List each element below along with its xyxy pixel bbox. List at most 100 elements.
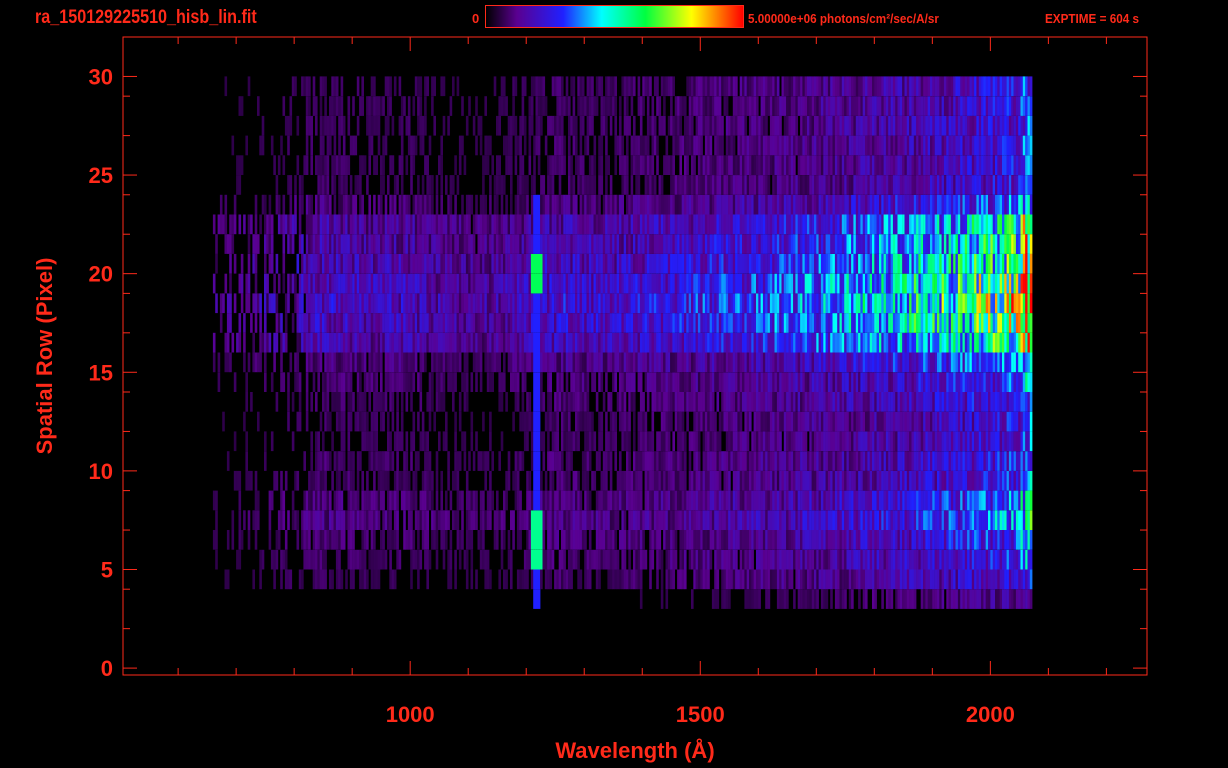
heatmap-cell (767, 273, 771, 294)
heatmap-cell (537, 569, 541, 590)
heatmap-cell (983, 372, 986, 392)
heatmap-cell (823, 431, 826, 452)
heatmap-cell (1027, 273, 1031, 294)
heatmap-cell (992, 293, 996, 314)
heatmap-cell (753, 392, 757, 412)
heatmap-cell (396, 372, 399, 392)
heatmap-cell (568, 490, 571, 511)
heatmap-cell (667, 332, 671, 353)
heatmap-cell (937, 549, 940, 570)
heatmap-cell (338, 569, 341, 590)
heatmap-cell (544, 549, 548, 570)
heatmap-cell (839, 411, 843, 432)
heatmap-cell (405, 451, 409, 471)
heatmap-cell (254, 490, 258, 511)
heatmap-cell (296, 313, 300, 333)
heatmap-cell (658, 490, 662, 511)
heatmap-cell (403, 451, 406, 471)
heatmap-cell (962, 411, 966, 432)
heatmap-cell (702, 549, 706, 570)
heatmap-cell (533, 549, 536, 570)
heatmap-cell (619, 411, 622, 432)
heatmap-cell (600, 273, 604, 294)
heatmap-cell (885, 411, 889, 432)
heatmap-cell (981, 392, 984, 412)
heatmap-cell (491, 253, 494, 274)
heatmap-cell (317, 332, 320, 353)
heatmap-cell (609, 470, 613, 491)
heatmap-cell (960, 549, 963, 570)
heatmap-cell (317, 549, 320, 570)
heatmap-cell (273, 549, 276, 570)
heatmap-cell (881, 470, 884, 491)
heatmap-cell (612, 569, 615, 590)
heatmap-cell (988, 431, 991, 452)
heatmap-cell (804, 490, 808, 511)
heatmap-cell (449, 490, 453, 511)
heatmap-cell (533, 293, 536, 314)
heatmap-cell (816, 490, 819, 511)
heatmap-cell (1025, 549, 1028, 570)
heatmap-cell (711, 411, 715, 432)
heatmap-cell (1013, 293, 1017, 314)
heatmap-cell (554, 332, 557, 353)
heatmap-cell (414, 332, 418, 353)
heatmap-cell (656, 372, 659, 392)
heatmap-cell (976, 372, 979, 392)
heatmap-cell (874, 372, 877, 392)
heatmap-cell (937, 273, 940, 294)
heatmap-cell (484, 352, 487, 373)
heatmap-cell (1002, 273, 1005, 294)
heatmap-cell (570, 313, 573, 333)
heatmap-cell (526, 510, 529, 530)
heatmap-cell (769, 372, 773, 392)
heatmap-cell (825, 510, 829, 530)
heatmap-cell (716, 451, 720, 471)
heatmap-cell (997, 372, 1000, 392)
heatmap-cell (904, 470, 908, 491)
heatmap-cell (347, 549, 351, 570)
heatmap-cell (342, 273, 346, 294)
heatmap-cell (231, 510, 235, 530)
heatmap-cell (860, 451, 863, 471)
heatmap-cell (417, 510, 420, 530)
heatmap-cell (375, 372, 378, 392)
heatmap-cell (407, 510, 411, 530)
heatmap-cell (976, 470, 979, 491)
heatmap-cell (452, 372, 455, 392)
heatmap-cell (674, 332, 678, 353)
heatmap-cell (463, 293, 467, 314)
heatmap-cell (537, 313, 541, 333)
heatmap-cell (537, 589, 541, 609)
heatmap-cell (523, 372, 527, 392)
heatmap-cell (969, 313, 973, 333)
heatmap-cell (876, 431, 880, 452)
heatmap-cell (660, 273, 664, 294)
heatmap-cell (503, 332, 506, 353)
heatmap-cell (732, 470, 736, 491)
heatmap-cell (435, 490, 439, 511)
heatmap-cell (642, 352, 645, 373)
heatmap-cell (862, 451, 866, 471)
heatmap-cell (948, 451, 952, 471)
heatmap-cell (419, 510, 423, 530)
heatmap-cell (923, 332, 926, 353)
heatmap-cell (841, 569, 845, 590)
heatmap-cell (212, 332, 216, 353)
heatmap-cell (920, 589, 924, 609)
heatmap-cell (331, 313, 334, 333)
heatmap-cell (941, 293, 945, 314)
heatmap-cell (514, 313, 518, 333)
heatmap-cell (957, 273, 961, 294)
heatmap-cell (913, 352, 917, 373)
heatmap-cell (310, 332, 313, 353)
heatmap-cell (484, 273, 487, 294)
heatmap-cell (326, 293, 330, 314)
heatmap-cell (964, 372, 968, 392)
heatmap-cell (605, 352, 608, 373)
heatmap-cell (667, 510, 671, 530)
heatmap-cell (946, 589, 949, 609)
heatmap-cell (848, 569, 852, 590)
heatmap-cell (967, 510, 970, 530)
heatmap-cell (393, 490, 397, 511)
